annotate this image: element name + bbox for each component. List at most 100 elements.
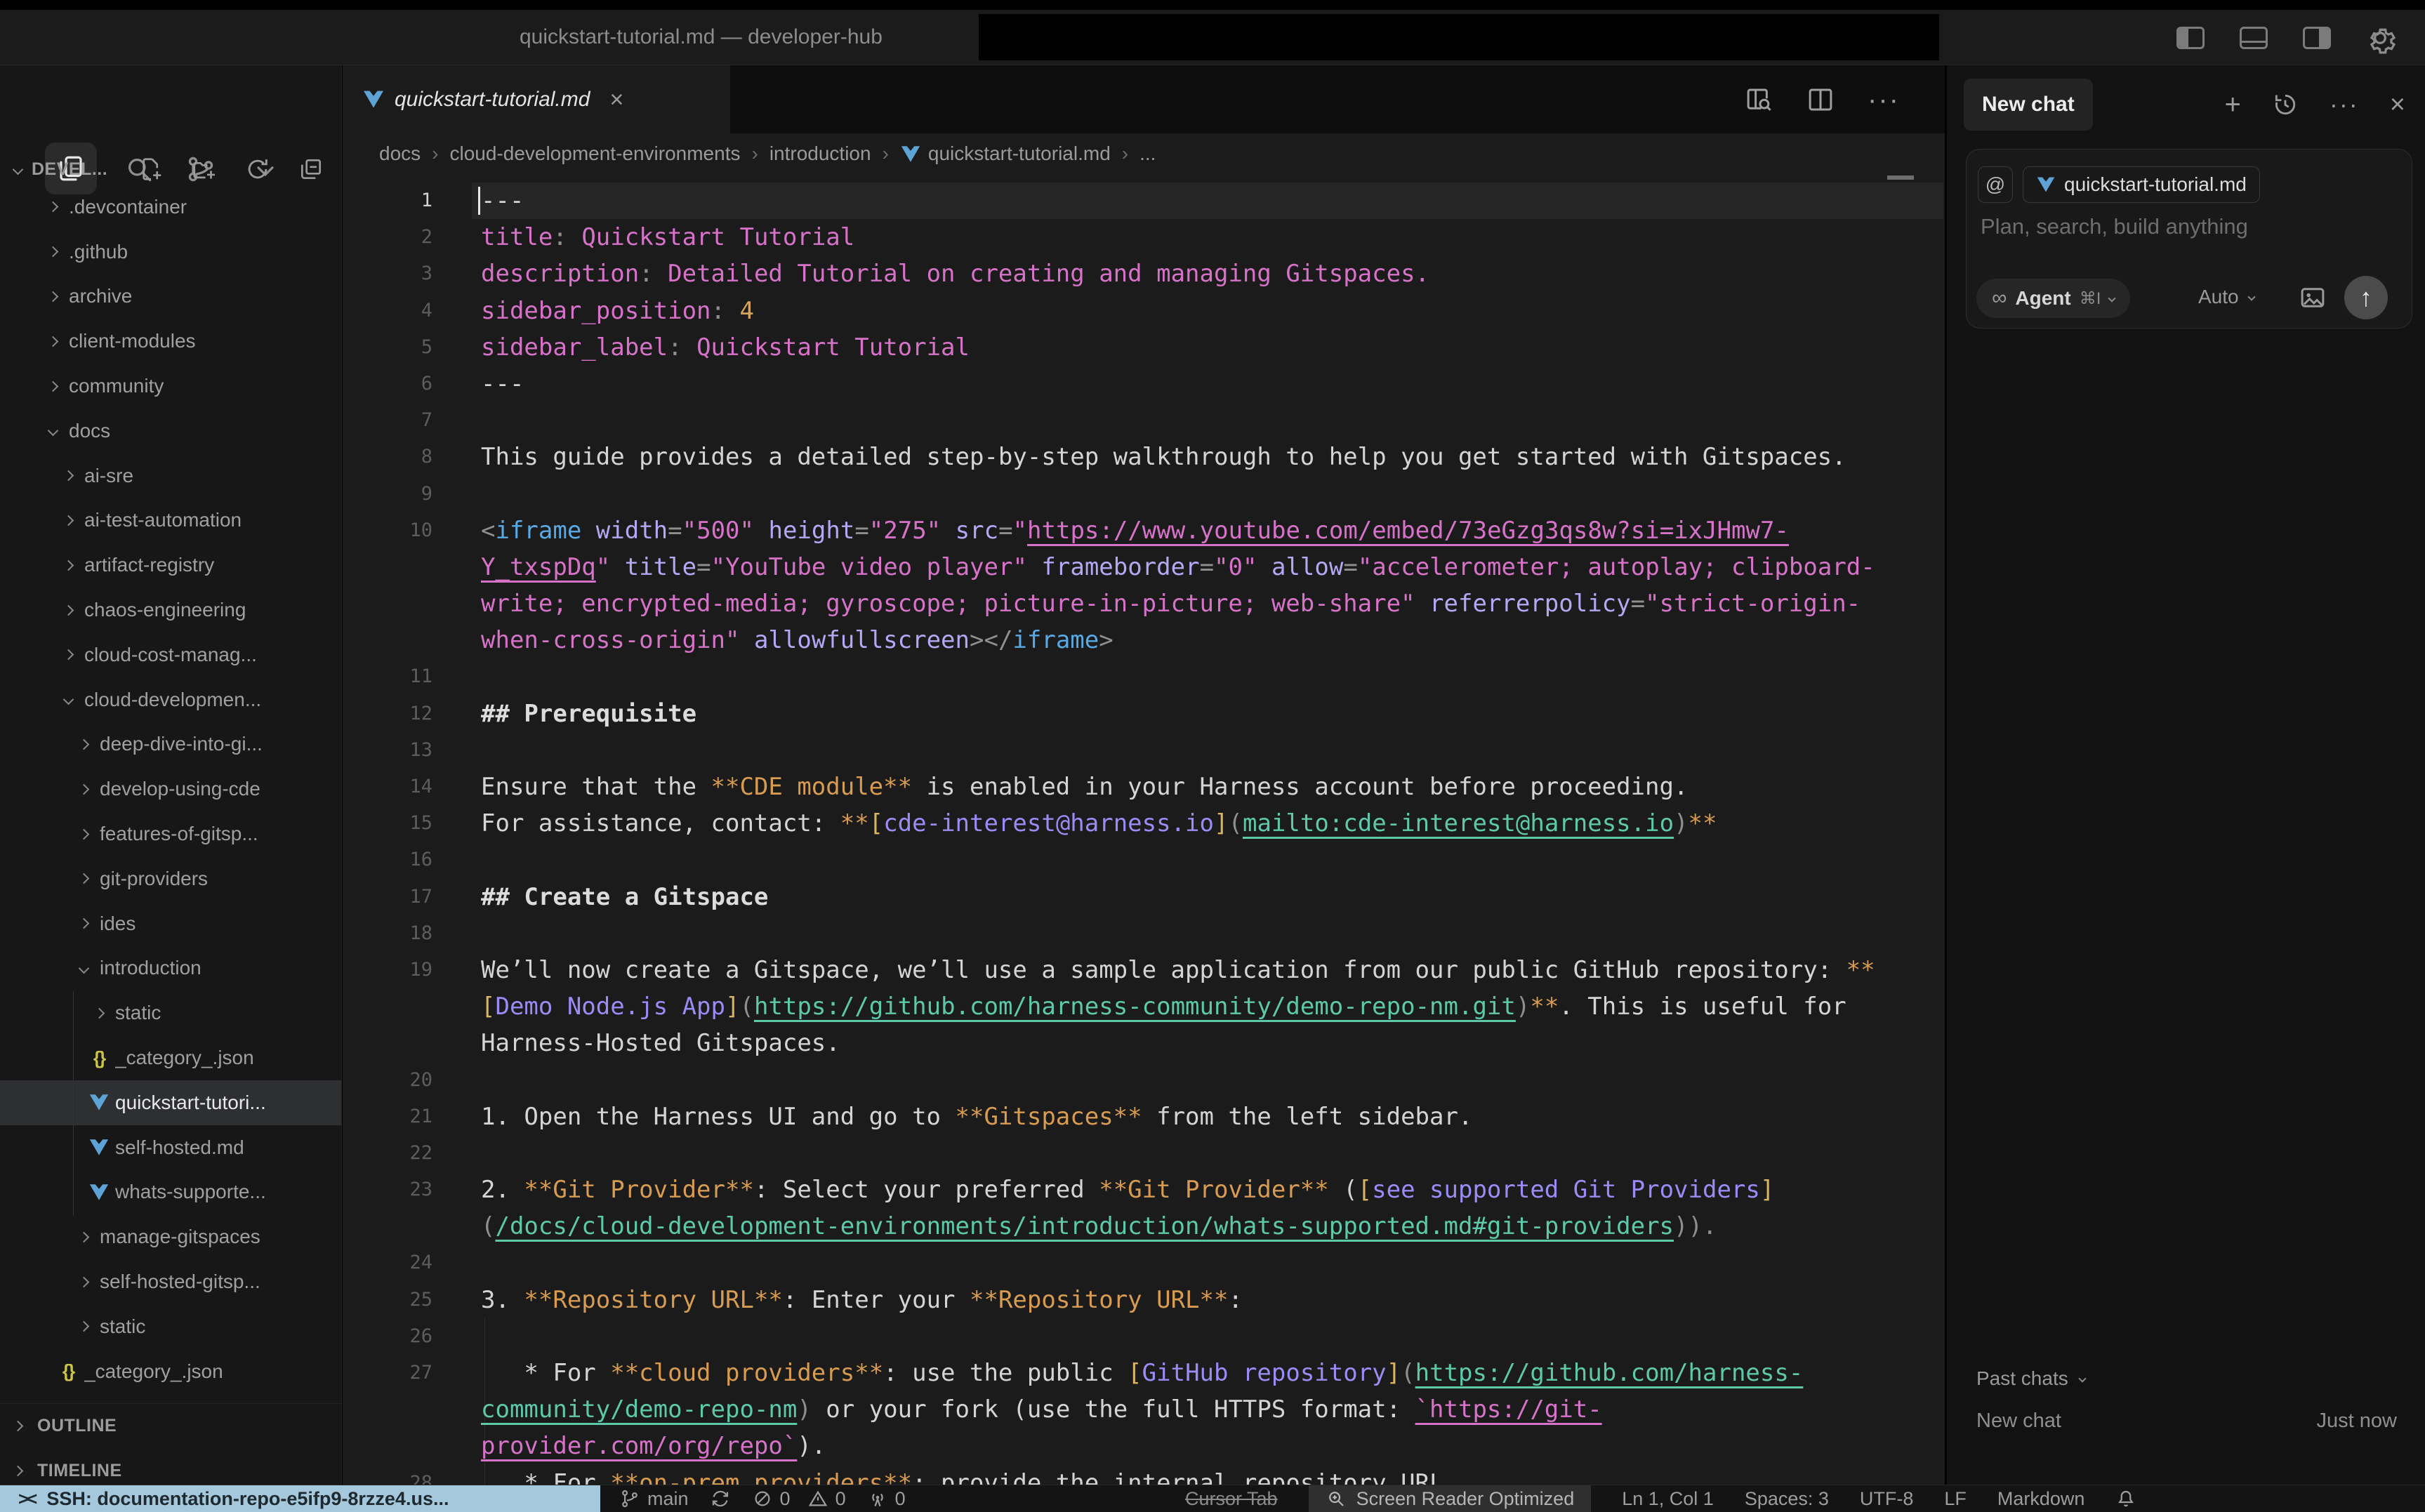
sidebar-section-outline[interactable]: OUTLINE (0, 1403, 341, 1448)
indentation-indicator[interactable]: Spaces: 3 (1745, 1488, 1829, 1510)
sync-button[interactable] (710, 1488, 731, 1509)
sidebar-right-icon (2303, 27, 2331, 49)
tree-folder-git-providers[interactable]: git-providers (0, 856, 341, 901)
more-actions-button[interactable]: ··· (1868, 86, 1900, 114)
cursor-tab-indicator[interactable]: Cursor Tab (1185, 1488, 1278, 1510)
chevron-right-icon (78, 873, 89, 884)
code-text: 2. **Git Provider**: Select your preferr… (481, 1172, 1774, 1208)
refresh-icon[interactable] (244, 156, 271, 183)
tree-file-quickstart-tutori-[interactable]: quickstart-tutori... (0, 1080, 341, 1125)
chat-history-item-time: Just now (2317, 1410, 2397, 1433)
breadcrumb-item[interactable]: ... (1139, 142, 1156, 165)
tree-folder-archive[interactable]: archive (0, 274, 341, 319)
tree-folder-cloud-developmen-[interactable]: cloud-developmen... (0, 677, 341, 722)
new-file-icon[interactable] (138, 156, 164, 183)
chat-more-button[interactable]: ··· (2330, 92, 2359, 117)
open-preview-button[interactable] (1744, 85, 1773, 114)
chat-input-card[interactable]: @ quickstart-tutorial.md Plan, search, b… (1966, 149, 2412, 329)
tree-folder-docs[interactable]: docs (0, 409, 341, 453)
encoding-indicator[interactable]: UTF-8 (1860, 1488, 1914, 1510)
cursor-position-indicator[interactable]: Ln 1, Col 1 (1622, 1488, 1714, 1510)
branch-indicator[interactable]: main (619, 1488, 689, 1510)
past-chats-toggle[interactable]: Past chats (1976, 1367, 2085, 1390)
language-mode-indicator[interactable]: Markdown (1997, 1488, 2085, 1510)
code-text: --- (481, 366, 524, 402)
tree-folder-client-modules[interactable]: client-modules (0, 319, 341, 364)
tree-folder--github[interactable]: .github (0, 230, 341, 274)
chat-history-button[interactable] (2272, 91, 2299, 118)
tree-folder--devcontainer[interactable]: .devcontainer (0, 185, 341, 230)
tree-folder-community[interactable]: community (0, 364, 341, 409)
line-number: 11 (343, 658, 432, 695)
chat-close-button[interactable]: × (2390, 91, 2405, 118)
collapse-all-icon[interactable] (298, 156, 324, 183)
toggle-right-sidebar-button[interactable] (2300, 22, 2334, 53)
chat-history-item[interactable]: New chat Just now (1976, 1410, 2397, 1433)
toggle-left-sidebar-button[interactable] (2174, 22, 2207, 53)
tab-quickstart-tutorial[interactable]: quickstart-tutorial.md × (343, 65, 730, 133)
line-number: 4 (343, 293, 432, 329)
screen-reader-indicator[interactable]: Screen Reader Optimized (1309, 1485, 1592, 1512)
tree-item-label: quickstart-tutori... (115, 1092, 266, 1114)
context-file-chip[interactable]: quickstart-tutorial.md (2023, 166, 2260, 203)
code-line-13: 13 (343, 732, 1945, 769)
tree-folder-cloud-cost-manag-[interactable]: cloud-cost-manag... (0, 632, 341, 677)
markdown-icon (2036, 176, 2056, 193)
agent-mode-select[interactable]: ∞ Agent ⌘I (1976, 279, 2130, 318)
editor-group: quickstart-tutorial.md × ··· docs › cloud-… (343, 65, 1945, 1494)
chevron-right-icon (62, 649, 74, 661)
code-line-12: 12## Prerequisite (343, 696, 1945, 732)
tree-folder-ai-sre[interactable]: ai-sre (0, 453, 341, 498)
new-folder-icon[interactable] (191, 156, 218, 183)
add-context-button[interactable]: @ (1978, 166, 2013, 203)
settings-gear-button[interactable] (2363, 22, 2397, 53)
remote-indicator[interactable]: >< SSH: documentation-repo-e5ifp9-8rzze4… (0, 1485, 600, 1512)
breadcrumb-item[interactable]: introduction (769, 142, 871, 165)
tree-item-label: features-of-gitsp... (100, 823, 258, 845)
tree-file--category-json[interactable]: {}_category_.json (0, 1035, 341, 1080)
eol-indicator[interactable]: LF (1944, 1488, 1967, 1510)
line-number: 16 (343, 842, 432, 878)
tree-folder-manage-gitspaces[interactable]: manage-gitspaces (0, 1214, 341, 1259)
breadcrumb-item[interactable]: quickstart-tutorial.md (928, 142, 1111, 165)
code-text: We’ll now create a Gitspace, we’ll use a… (481, 952, 1875, 988)
code-editor[interactable]: 1---2title: Quickstart Tutorial3descript… (343, 183, 1945, 1494)
markdown-icon (362, 90, 385, 109)
tree-folder-deep-dive-into-gi-[interactable]: deep-dive-into-gi... (0, 722, 341, 767)
attach-image-button[interactable] (2298, 283, 2327, 312)
code-text: ## Create a Gitspace (481, 879, 768, 915)
notifications-button[interactable] (2115, 1488, 2136, 1509)
tree-folder-self-hosted-gitsp-[interactable]: self-hosted-gitsp... (0, 1259, 341, 1304)
tree-folder-introduction[interactable]: introduction (0, 946, 341, 991)
tree-folder-artifact-registry[interactable]: artifact-registry (0, 543, 341, 588)
new-chat-button[interactable]: + (2224, 91, 2240, 119)
tree-file--category-json[interactable]: {}_category_.json (0, 1349, 341, 1394)
send-button[interactable]: ↑ (2344, 276, 2388, 319)
line-number: 19 (343, 952, 432, 988)
explorer-section-header[interactable]: DEVEL... (0, 150, 341, 189)
split-editor-button[interactable] (1806, 85, 1835, 114)
toggle-panel-button[interactable] (2237, 22, 2271, 53)
code-line-wrap: (/docs/cloud-development-environments/in… (343, 1208, 1945, 1245)
code-line-6: 6--- (343, 366, 1945, 402)
tree-folder-ides[interactable]: ides (0, 901, 341, 946)
code-line-22: 22 (343, 1135, 1945, 1172)
breadcrumb-item[interactable]: docs (379, 142, 421, 165)
tree-file-whats-supporte-[interactable]: whats-supporte... (0, 1170, 341, 1215)
tree-folder-static[interactable]: static (0, 990, 341, 1035)
breadcrumb-separator: › (751, 142, 758, 165)
model-select[interactable]: Auto (2198, 286, 2254, 308)
code-line-27: 27 * For **cloud providers**: use the pu… (343, 1355, 1945, 1391)
ports-indicator[interactable]: 0 (867, 1488, 906, 1510)
tree-folder-chaos-engineering[interactable]: chaos-engineering (0, 588, 341, 632)
problems-indicator[interactable]: 0 0 (752, 1488, 846, 1510)
chat-tab-new-chat[interactable]: New chat (1964, 79, 2093, 131)
breadcrumb-item[interactable]: cloud-development-environments (449, 142, 740, 165)
close-icon[interactable]: × (609, 88, 623, 112)
tree-folder-develop-using-cde[interactable]: develop-using-cde (0, 767, 341, 811)
tree-folder-features-of-gitsp-[interactable]: features-of-gitsp... (0, 811, 341, 856)
tree-file-self-hosted-md[interactable]: self-hosted.md (0, 1125, 341, 1170)
code-line-26: 26 (343, 1318, 1945, 1355)
tree-folder-static[interactable]: static (0, 1304, 341, 1349)
tree-folder-ai-test-automation[interactable]: ai-test-automation (0, 498, 341, 543)
